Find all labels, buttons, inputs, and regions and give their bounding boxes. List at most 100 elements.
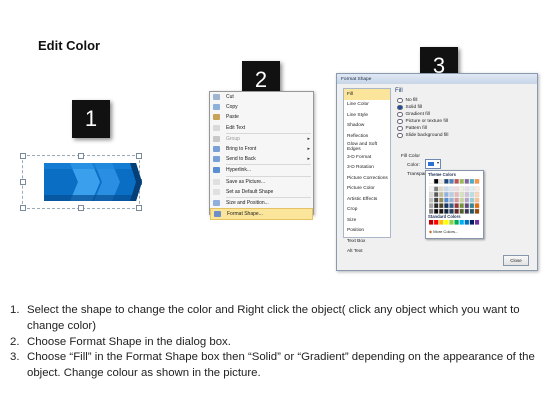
color-swatch[interactable] bbox=[474, 208, 480, 214]
color-swatch[interactable] bbox=[429, 179, 434, 184]
color-swatch[interactable] bbox=[459, 208, 464, 214]
close-button[interactable]: Close bbox=[503, 255, 529, 266]
standard-color-swatch[interactable] bbox=[469, 220, 474, 225]
nav-item-size[interactable]: Size bbox=[344, 215, 390, 226]
menu-item-hyperlink[interactable]: Hyperlink... bbox=[210, 165, 313, 175]
selected-arrow-shape[interactable] bbox=[20, 153, 144, 211]
menu-item-group[interactable]: Group ▸ bbox=[210, 134, 313, 144]
standard-color-swatch[interactable] bbox=[429, 220, 434, 225]
color-swatch[interactable] bbox=[474, 186, 480, 192]
color-swatch[interactable] bbox=[444, 197, 449, 203]
color-swatch[interactable] bbox=[459, 179, 464, 184]
color-swatch[interactable] bbox=[464, 197, 470, 203]
color-swatch[interactable] bbox=[429, 186, 434, 192]
nav-item-position[interactable]: Position bbox=[344, 226, 390, 237]
fill-option-gradient-fill[interactable]: Gradient fill bbox=[395, 111, 531, 118]
color-swatch[interactable] bbox=[469, 179, 475, 184]
nav-item-shadow[interactable]: Shadow bbox=[344, 121, 390, 132]
color-swatch[interactable] bbox=[439, 186, 444, 192]
nav-item-fill[interactable]: Fill bbox=[344, 89, 390, 100]
color-swatch[interactable] bbox=[433, 179, 439, 184]
color-swatch[interactable] bbox=[439, 192, 444, 197]
menu-item-set-as-default-shape[interactable]: Set as Default Shape bbox=[210, 187, 313, 197]
color-swatch[interactable] bbox=[433, 208, 439, 214]
fill-option-pattern-fill[interactable]: Pattern fill bbox=[395, 125, 531, 132]
color-swatch[interactable] bbox=[439, 203, 444, 209]
menu-item-format-shape[interactable]: Format Shape... bbox=[210, 208, 313, 221]
color-swatch[interactable] bbox=[444, 208, 449, 214]
nav-item-crop[interactable]: Crop bbox=[344, 205, 390, 216]
color-swatch[interactable] bbox=[433, 197, 439, 203]
color-swatch[interactable] bbox=[469, 186, 475, 192]
color-swatch[interactable] bbox=[459, 197, 464, 203]
standard-color-swatch[interactable] bbox=[464, 220, 469, 225]
color-swatch[interactable] bbox=[474, 197, 480, 203]
nav-item-line-style[interactable]: Line Style bbox=[344, 110, 390, 121]
color-swatch[interactable] bbox=[454, 179, 459, 184]
color-swatch[interactable] bbox=[469, 192, 475, 197]
fill-option-solid-fill[interactable]: Solid fill bbox=[395, 104, 531, 111]
color-swatch[interactable] bbox=[469, 208, 475, 214]
menu-item-send-to-back[interactable]: Send to Back ▸ bbox=[210, 154, 313, 164]
color-swatch[interactable] bbox=[459, 192, 464, 197]
color-swatch[interactable] bbox=[444, 192, 449, 197]
color-dropdown-button[interactable]: ▾ bbox=[425, 159, 441, 169]
nav-item-picture-corrections[interactable]: Picture Corrections bbox=[344, 173, 390, 184]
color-swatch[interactable] bbox=[444, 179, 449, 184]
radio-button[interactable] bbox=[397, 125, 403, 132]
standard-color-swatch[interactable] bbox=[454, 220, 459, 225]
standard-color-swatch[interactable] bbox=[444, 220, 449, 225]
color-swatch[interactable] bbox=[464, 192, 470, 197]
color-swatch[interactable] bbox=[444, 203, 449, 209]
color-swatch[interactable] bbox=[464, 208, 470, 214]
color-swatch[interactable] bbox=[439, 179, 444, 184]
color-swatch[interactable] bbox=[454, 203, 459, 209]
color-swatch[interactable] bbox=[464, 186, 470, 192]
color-swatch[interactable] bbox=[454, 208, 459, 214]
fill-option-picture-or-texture-fill[interactable]: Picture or texture fill bbox=[395, 118, 531, 125]
color-swatch[interactable] bbox=[429, 203, 434, 209]
nav-item-artistic-effects[interactable]: Artistic Effects bbox=[344, 194, 390, 205]
nav-item-reflection[interactable]: Reflection bbox=[344, 131, 390, 142]
nav-item-3-d-rotation[interactable]: 3-D Rotation bbox=[344, 163, 390, 174]
standard-color-swatch[interactable] bbox=[459, 220, 464, 225]
menu-item-copy[interactable]: Copy bbox=[210, 102, 313, 112]
radio-button[interactable] bbox=[397, 104, 403, 111]
color-swatch[interactable] bbox=[449, 197, 454, 203]
radio-button[interactable] bbox=[397, 118, 403, 125]
color-swatch[interactable] bbox=[474, 192, 480, 197]
radio-button[interactable] bbox=[397, 132, 403, 139]
fill-option-slide-background-fill[interactable]: Slide background fill bbox=[395, 132, 531, 139]
color-swatch[interactable] bbox=[433, 192, 439, 197]
color-swatch[interactable] bbox=[449, 192, 454, 197]
nav-item-alt-text[interactable]: Alt Text bbox=[344, 247, 390, 258]
color-swatch[interactable] bbox=[439, 208, 444, 214]
nav-item-glow-and-soft-edges[interactable]: Glow and Soft Edges bbox=[344, 142, 390, 153]
color-swatch[interactable] bbox=[474, 179, 480, 184]
fill-option-no-fill[interactable]: No fill bbox=[395, 97, 531, 104]
menu-item-paste[interactable]: Paste bbox=[210, 112, 313, 122]
color-swatch[interactable] bbox=[439, 197, 444, 203]
color-swatch[interactable] bbox=[469, 203, 475, 209]
color-swatch[interactable] bbox=[454, 197, 459, 203]
color-swatch[interactable] bbox=[459, 203, 464, 209]
color-swatch[interactable] bbox=[433, 203, 439, 209]
standard-color-swatch[interactable] bbox=[434, 220, 439, 225]
color-swatch[interactable] bbox=[449, 186, 454, 192]
color-swatch[interactable] bbox=[433, 186, 439, 192]
color-swatch[interactable] bbox=[474, 203, 480, 209]
standard-color-swatch[interactable] bbox=[474, 220, 480, 225]
color-swatch[interactable] bbox=[449, 179, 454, 184]
color-swatch[interactable] bbox=[464, 203, 470, 209]
more-colors-item[interactable]: ◆ More Colors... bbox=[429, 229, 458, 234]
color-swatch[interactable] bbox=[449, 208, 454, 214]
radio-button[interactable] bbox=[397, 111, 403, 118]
color-swatch[interactable] bbox=[464, 179, 470, 184]
nav-item-picture-color[interactable]: Picture Color bbox=[344, 184, 390, 195]
color-swatch[interactable] bbox=[469, 197, 475, 203]
color-swatch[interactable] bbox=[429, 192, 434, 197]
menu-item-save-as-picture[interactable]: Save as Picture... bbox=[210, 177, 313, 187]
color-swatch[interactable] bbox=[449, 203, 454, 209]
menu-item-bring-to-front[interactable]: Bring to Front ▸ bbox=[210, 144, 313, 154]
standard-color-swatch[interactable] bbox=[449, 220, 454, 225]
